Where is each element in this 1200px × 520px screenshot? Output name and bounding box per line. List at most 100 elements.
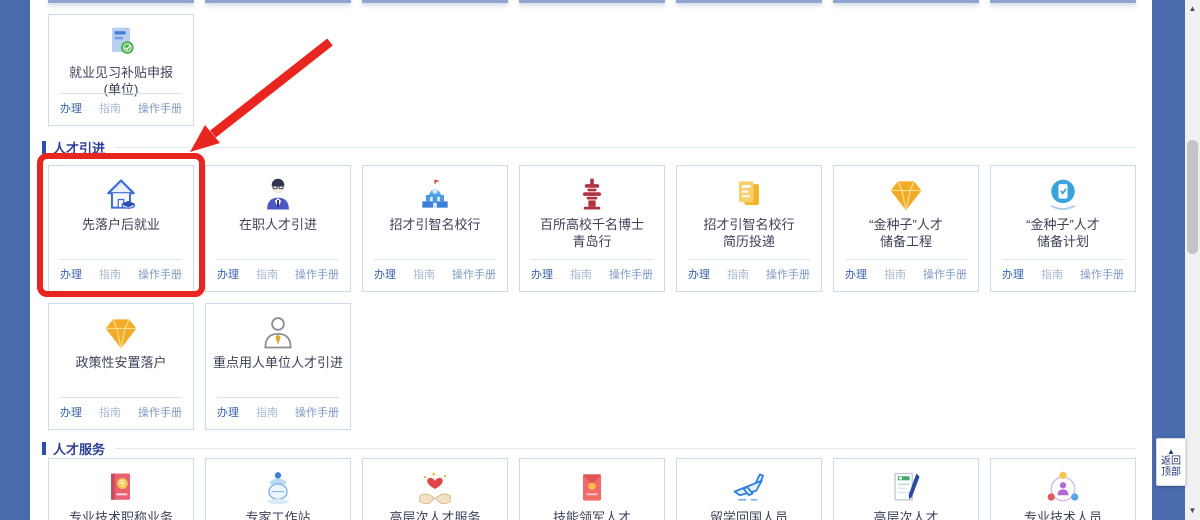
manual-link[interactable]: 操作手册: [295, 404, 339, 420]
card-row: 先落户后就业办理指南操作手册在职人才引进办理指南操作手册招才引智名校行办理指南操…: [48, 165, 1136, 292]
card-title: 专业技术职称业务: [65, 509, 177, 520]
service-card[interactable]: 高层次人才服务办理指南操作手册: [362, 458, 508, 520]
card-links: 办理 指南 操作手册: [688, 259, 810, 282]
guide-link[interactable]: 指南: [99, 266, 121, 282]
card-links: 办理 指南 操作手册: [374, 259, 496, 282]
card-links: 办理 指南 操作手册: [60, 259, 182, 282]
back-to-top-button[interactable]: ▲ 返回 顶部: [1156, 438, 1186, 486]
service-card[interactable]: 招才引智名校行办理指南操作手册: [362, 165, 508, 292]
guide-link[interactable]: 指南: [256, 404, 278, 420]
card-bottom-stub: [833, 0, 979, 3]
house-graduate-icon: [101, 176, 141, 214]
up-triangle-icon: ▲: [1167, 447, 1175, 456]
card-title: 留学回国人员: [706, 509, 792, 520]
section-header: 人才服务: [42, 440, 1136, 456]
scrollbar-up-arrow[interactable]: ▲: [1185, 2, 1200, 16]
card-links: 办理 指南 操作手册: [1002, 259, 1124, 282]
suit-person-icon: [258, 176, 298, 214]
service-card[interactable]: 专家工作站办理指南操作手册: [205, 458, 351, 520]
card-links: 办理 指南 操作手册: [60, 93, 182, 116]
card-title: 政策性安置落户: [71, 354, 170, 371]
handle-link[interactable]: 办理: [217, 404, 239, 420]
service-card[interactable]: 高层次人才办理指南操作手册: [833, 458, 979, 520]
handle-link[interactable]: 办理: [60, 266, 82, 282]
section-divider-line: [115, 448, 1136, 449]
manual-link[interactable]: 操作手册: [609, 266, 653, 282]
manual-link[interactable]: 操作手册: [1080, 266, 1124, 282]
red-envelope-icon: [572, 469, 612, 507]
guide-link[interactable]: 指南: [727, 266, 749, 282]
card-bottom-stub: [362, 0, 508, 3]
guide-link[interactable]: 指南: [884, 266, 906, 282]
page: 就业见习补贴申报(单位)办理指南操作手册人才引进先落户后就业办理指南操作手册在职…: [0, 0, 1200, 520]
card-title: “金种子”人才储备计划: [1022, 216, 1104, 250]
service-card[interactable]: 政策性安置落户办理 指南 操作手册: [48, 303, 194, 430]
guide-link[interactable]: 指南: [99, 100, 121, 116]
resume-stack-icon: [729, 176, 769, 214]
service-card[interactable]: 招才引智名校行简历投递办理 指南 操作手册: [676, 165, 822, 292]
back-to-top-label-line2: 顶部: [1161, 467, 1181, 478]
clipboard-check-icon: [1043, 176, 1083, 214]
service-card[interactable]: 留学回国人员办理指南操作手册: [676, 458, 822, 520]
handle-link[interactable]: 办理: [217, 266, 239, 282]
service-card[interactable]: 就业见习补贴申报(单位)办理指南操作手册: [48, 14, 194, 126]
guide-link[interactable]: 指南: [413, 266, 435, 282]
handle-link[interactable]: 办理: [1002, 266, 1024, 282]
manual-link[interactable]: 操作手册: [138, 266, 182, 282]
section-header: 人才引进: [42, 139, 1136, 155]
manual-link[interactable]: 操作手册: [766, 266, 810, 282]
section-header-bar-icon: [42, 442, 46, 455]
document-pen-icon: [886, 469, 926, 507]
card-title: 高层次人才: [869, 509, 942, 520]
card-links: 办理 指南 操作手册: [217, 259, 339, 282]
handle-link[interactable]: 办理: [60, 100, 82, 116]
card-title: 先落户后就业: [78, 216, 164, 233]
card-links: 办理 指南 操作手册: [217, 397, 339, 420]
service-card[interactable]: 在职人才引进办理 指南 操作手册: [205, 165, 351, 292]
diamond-icon: [886, 176, 926, 214]
card-title: 招才引智名校行简历投递: [699, 216, 798, 250]
card-row: 政策性安置落户办理 指南 操作手册 重点用人单位人才引进办理 指南 操作手册: [48, 303, 351, 430]
guide-link[interactable]: 指南: [570, 266, 592, 282]
card-row: 就业见习补贴申报(单位)办理指南操作手册: [48, 14, 194, 126]
card-title: 专家工作站: [241, 509, 314, 520]
service-card[interactable]: 专专业技术职称业务办理指南操作手册: [48, 458, 194, 520]
service-card[interactable]: 重点用人单位人才引进办理 指南 操作手册: [205, 303, 351, 430]
guide-link[interactable]: 指南: [1041, 266, 1063, 282]
service-card[interactable]: 百所高校千名博士青岛行办理 指南 操作手册: [519, 165, 665, 292]
service-card[interactable]: “金种子”人才储备计划办理 指南 操作手册: [990, 165, 1136, 292]
manual-link[interactable]: 操作手册: [452, 266, 496, 282]
handle-link[interactable]: 办理: [845, 266, 867, 282]
service-card[interactable]: “金种子”人才储备工程办理 指南 操作手册: [833, 165, 979, 292]
section-divider-line: [115, 147, 1136, 148]
guide-link[interactable]: 指南: [256, 266, 278, 282]
card-title: 重点用人单位人才引进: [209, 354, 347, 371]
manual-link[interactable]: 操作手册: [923, 266, 967, 282]
service-card[interactable]: 先落户后就业办理 指南 操作手册: [48, 165, 194, 292]
manual-link[interactable]: 操作手册: [138, 100, 182, 116]
people-network-icon: [1043, 469, 1083, 507]
manual-link[interactable]: 操作手册: [138, 404, 182, 420]
scrollbar[interactable]: ▲ ▼: [1185, 0, 1200, 520]
card-title: 在职人才引进: [235, 216, 321, 233]
card-links: 办理 指南 操作手册: [60, 397, 182, 420]
section-title: 人才服务: [53, 439, 105, 458]
handle-link[interactable]: 办理: [688, 266, 710, 282]
handle-link[interactable]: 办理: [60, 404, 82, 420]
service-card[interactable]: 专业技术人员办理指南操作手册: [990, 458, 1136, 520]
svg-text:专: 专: [119, 479, 126, 488]
manual-link[interactable]: 操作手册: [295, 266, 339, 282]
card-title: 技能领军人才: [549, 509, 635, 520]
card-title: 专业技术人员: [1020, 509, 1106, 520]
document-check-icon: [101, 24, 141, 62]
scrollbar-thumb[interactable]: [1187, 140, 1198, 254]
service-card[interactable]: 技能领军人才办理指南操作手册: [519, 458, 665, 520]
card-row: 专专业技术职称业务办理指南操作手册专家工作站办理指南操作手册高层次人才服务办理指…: [48, 458, 1136, 520]
handle-link[interactable]: 办理: [374, 266, 396, 282]
card-title: 百所高校千名博士青岛行: [536, 216, 648, 250]
scrollbar-down-arrow[interactable]: ▼: [1185, 504, 1200, 518]
card-title: “金种子”人才储备工程: [865, 216, 947, 250]
handle-link[interactable]: 办理: [531, 266, 553, 282]
diamond-icon: [101, 314, 141, 352]
guide-link[interactable]: 指南: [99, 404, 121, 420]
